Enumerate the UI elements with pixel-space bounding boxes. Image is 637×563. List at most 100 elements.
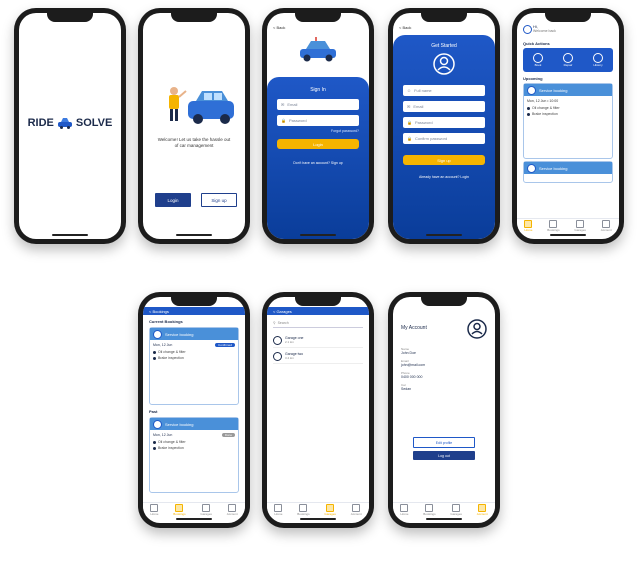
- home-indicator: [300, 518, 336, 520]
- mail-icon: ✉: [407, 104, 411, 109]
- history-icon: [593, 53, 603, 63]
- user-icon: [352, 504, 361, 512]
- login-panel: Sign In ✉ Email 🔒 Password Forgot passwo…: [267, 77, 369, 239]
- booking-card-header: Service booking: [524, 84, 612, 96]
- nav-account[interactable]: Account: [477, 504, 488, 516]
- phone-profile: My Account Name John Doe Email john@mail…: [388, 292, 500, 528]
- garages-screen: < Garages ⚲ Search Garage one 2.1 km Gar…: [267, 297, 369, 523]
- map-icon: [202, 504, 211, 512]
- nav-bookings[interactable]: Bookings: [173, 504, 186, 516]
- home-indicator: [426, 234, 462, 236]
- nav-account[interactable]: Account: [601, 220, 612, 232]
- bottom-nav: Home Bookings Garages Account: [267, 502, 369, 517]
- forgot-password-link[interactable]: Forgot password?: [331, 129, 359, 133]
- list-item[interactable]: Garage one 2.1 km: [273, 333, 363, 348]
- phone-welcome: Welcome! Let us take the hassle out of c…: [138, 8, 250, 244]
- signup-panel: Get Started ☺ Full name ✉ Email 🔒 Passwo…: [393, 35, 495, 239]
- nav-bookings[interactable]: Bookings: [423, 504, 436, 516]
- nav-home[interactable]: Home: [524, 220, 532, 232]
- booking-card-header: Service booking: [150, 328, 238, 340]
- home-indicator: [176, 234, 212, 236]
- profile-title: My Account: [401, 325, 427, 331]
- email-field[interactable]: ✉ Email: [403, 101, 485, 112]
- calendar-icon: [533, 53, 543, 63]
- back-link[interactable]: < Back: [273, 25, 285, 30]
- signup-title: Get Started: [431, 43, 457, 49]
- nav-garages[interactable]: Garages: [574, 220, 586, 232]
- signup-button[interactable]: Sign up: [201, 193, 237, 207]
- garage-avatar: [153, 329, 162, 339]
- welcome-illustration: [169, 87, 234, 124]
- notch: [295, 13, 341, 22]
- nav-account[interactable]: Account: [351, 504, 362, 516]
- booking-card-header: Service booking: [524, 162, 612, 174]
- login-submit-button[interactable]: Login: [277, 139, 359, 149]
- splash-screen: RIDE SOLVE: [19, 13, 121, 239]
- list-item: Oil change & filter: [153, 350, 235, 354]
- bookings-header[interactable]: < Bookings: [143, 307, 245, 315]
- home-indicator: [52, 234, 88, 236]
- booking-card[interactable]: Service booking Mon, 12 Jun Done Oil cha…: [149, 417, 239, 493]
- brand-right: SOLVE: [75, 117, 113, 129]
- password-field[interactable]: 🔒 Password: [277, 115, 359, 126]
- nav-garages[interactable]: Garages: [450, 504, 462, 516]
- logout-button[interactable]: Log out: [413, 451, 475, 460]
- booking-card[interactable]: Service booking Mon, 12 Jun Confirmed Oi…: [149, 327, 239, 405]
- notch: [171, 13, 217, 22]
- field-value: Sedan: [401, 387, 412, 391]
- nav-garages[interactable]: Garages: [200, 504, 212, 516]
- booking-card-title: Service booking: [165, 331, 194, 337]
- quick-action-book[interactable]: Book: [533, 53, 543, 67]
- calendar-icon: [175, 504, 184, 512]
- confirm-password-field[interactable]: 🔒 Confirm password: [403, 133, 485, 144]
- search-placeholder: Search: [277, 321, 289, 325]
- booking-card-header: Service booking: [150, 418, 238, 430]
- bottom-nav: Home Bookings Garages Account: [393, 502, 495, 517]
- booking-date: Mon, 12 Jun: [153, 433, 173, 437]
- signup-submit-button[interactable]: Sign up: [403, 155, 485, 165]
- booking-card[interactable]: Service booking: [523, 161, 613, 183]
- mail-icon: ✉: [281, 102, 285, 107]
- password-placeholder: Password: [288, 118, 307, 123]
- profile-screen: My Account Name John Doe Email john@mail…: [393, 297, 495, 523]
- booking-date: Mon, 12 Jun: [153, 343, 173, 347]
- wrench-icon: [563, 53, 573, 63]
- nav-bookings[interactable]: Bookings: [297, 504, 310, 516]
- profile-avatar-icon[interactable]: [467, 319, 487, 339]
- nav-account[interactable]: Account: [227, 504, 238, 516]
- booking-card[interactable]: Service booking Mon, 12 Jun • 10:00 Oil …: [523, 83, 613, 159]
- lock-icon: 🔒: [281, 118, 286, 123]
- nav-home[interactable]: Home: [150, 504, 158, 516]
- avatar[interactable]: [523, 25, 532, 34]
- list-item: Oil change & filter: [527, 106, 609, 110]
- search-input[interactable]: ⚲ Search: [273, 319, 363, 328]
- greeting-subtitle: Welcome back: [533, 29, 556, 33]
- notch: [295, 297, 341, 306]
- name-field[interactable]: ☺ Full name: [403, 85, 485, 96]
- booking-card-title: Service booking: [539, 165, 568, 171]
- edit-profile-button[interactable]: Edit profile: [413, 437, 475, 448]
- signup-link[interactable]: Don't have an account? Sign up: [267, 161, 369, 165]
- login-link[interactable]: Already have an account? Login: [393, 175, 495, 179]
- brand-left: RIDE: [27, 117, 54, 129]
- nav-home[interactable]: Home: [400, 504, 408, 516]
- quick-action-repair[interactable]: Repair: [563, 53, 573, 67]
- email-field[interactable]: ✉ Email: [277, 99, 359, 110]
- nav-home[interactable]: Home: [274, 504, 282, 516]
- home-icon: [274, 504, 283, 512]
- password-field[interactable]: 🔒 Password: [403, 117, 485, 128]
- garages-header[interactable]: < Garages: [267, 307, 369, 315]
- list-item[interactable]: Garage two 3.4 km: [273, 349, 363, 364]
- field-value: 0400 000 000: [401, 375, 423, 379]
- back-link[interactable]: < Back: [399, 25, 411, 30]
- quick-action-history[interactable]: History: [593, 53, 603, 67]
- nav-garages[interactable]: Garages: [324, 504, 336, 516]
- user-icon: ☺: [407, 88, 412, 93]
- bookings-screen: < Bookings Current Bookings Service book…: [143, 297, 245, 523]
- login-button[interactable]: Login: [155, 193, 191, 207]
- nav-bookings[interactable]: Bookings: [547, 220, 560, 232]
- brand-logo: RIDE SOLVE: [19, 117, 121, 129]
- login-title: Sign In: [310, 87, 326, 93]
- quick-actions-panel: Book Repair History: [523, 48, 613, 72]
- lock-icon: 🔒: [407, 136, 412, 141]
